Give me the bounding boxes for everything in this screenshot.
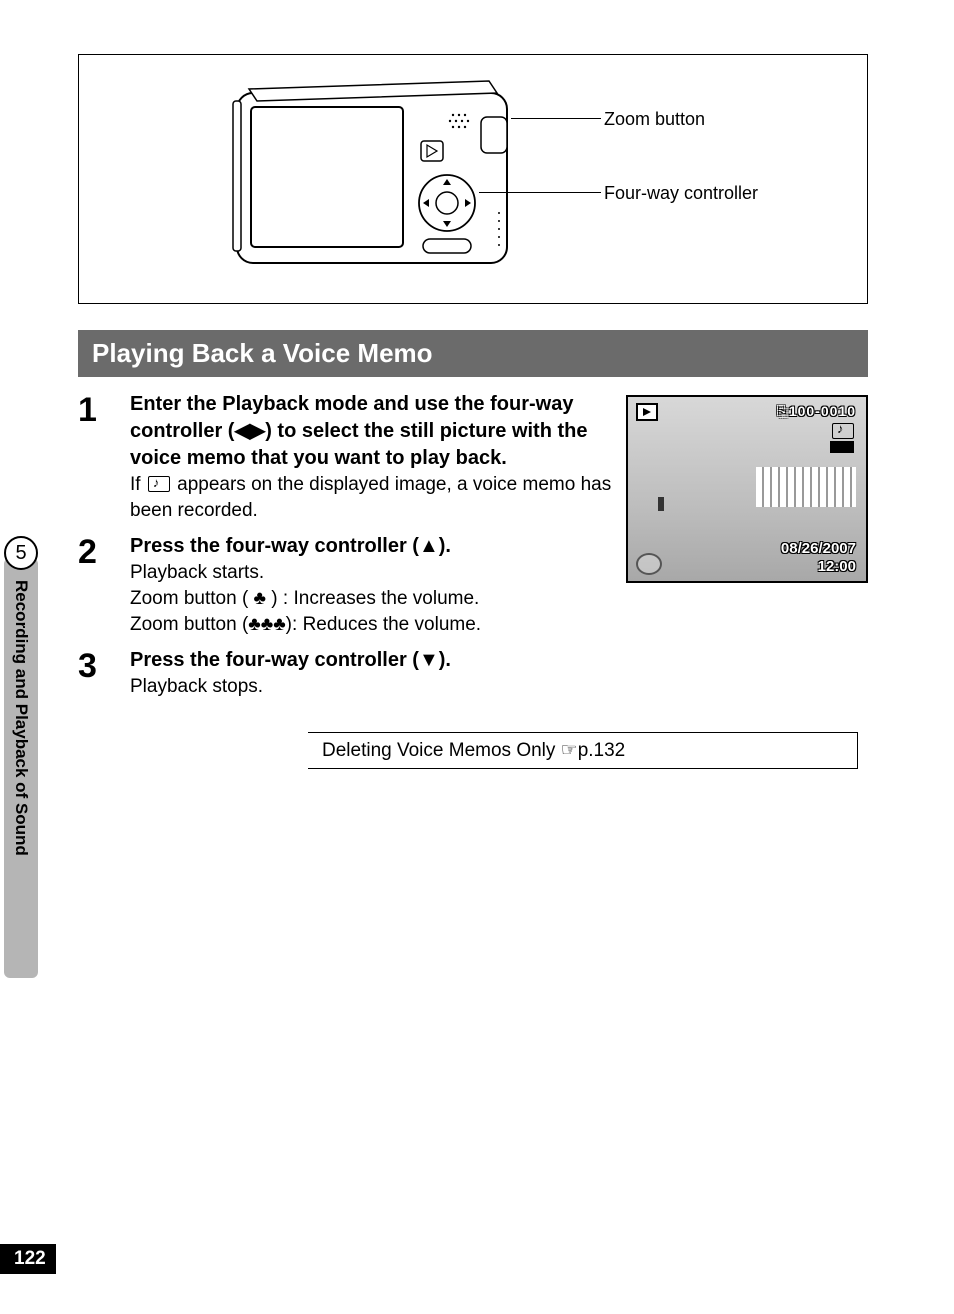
chapter-side-tab: 5 Recording and Playback of Sound (0, 536, 42, 996)
camera-illustration (229, 73, 519, 283)
down-arrow-icon: ▼ (419, 649, 439, 671)
page-number: 122 (0, 1244, 56, 1274)
lcd-photo-content (658, 497, 664, 511)
lcd-voice-memo-icon (830, 423, 856, 440)
step-2: 2 Press the four-way controller (▲). Pla… (78, 533, 616, 637)
voice-memo-icon (148, 476, 170, 492)
step-number: 2 (78, 533, 130, 637)
lcd-time: 12:00 (818, 558, 856, 575)
camera-diagram-box: Zoom button Four-way controller (78, 54, 868, 304)
lcd-screenshot: ⎘100-0010 08/26/2007 12:00 (626, 395, 868, 583)
step-number: 3 (78, 647, 130, 700)
chapter-number-circle: 5 (4, 536, 38, 570)
up-arrow-icon: ▲ (419, 535, 439, 557)
shake-reduction-icon (636, 553, 662, 575)
step3-title-pre: Press the four-way controller ( (130, 649, 419, 671)
step-1: 1 Enter the Playback mode and use the fo… (78, 391, 616, 523)
playback-mode-icon (636, 403, 658, 421)
step2-sub-1: Playback starts. (130, 560, 616, 586)
chapter-title-vertical: Recording and Playback of Sound (11, 580, 31, 856)
cross-reference-box: Deleting Voice Memos Only ☞p.132 (308, 732, 858, 769)
step2-title-post: ). (439, 535, 451, 557)
step1-sub-pre: If (130, 474, 146, 495)
step-3: 3 Press the four-way controller (▼). Pla… (78, 647, 616, 700)
lcd-date: 08/26/2007 (781, 540, 856, 557)
lcd-photo-content (756, 467, 856, 507)
step2-sub-3: Zoom button (♣♣♣): Reduces the volume. (130, 612, 616, 638)
step2-title-pre: Press the four-way controller ( (130, 535, 419, 557)
step3-sub-1: Playback stops. (130, 674, 616, 700)
left-right-arrow-icon: ◀▶ (234, 420, 265, 442)
step3-title-post: ). (439, 649, 451, 671)
section-heading: Playing Back a Voice Memo (78, 330, 868, 377)
diagram-label-fourway: Four-way controller (604, 183, 758, 204)
lcd-folder-number: ⎘100-0010 (777, 403, 856, 420)
chapter-tab-bar: Recording and Playback of Sound (4, 558, 38, 978)
step-number: 1 (78, 391, 130, 523)
step1-sub-post: appears on the displayed image, a voice … (130, 474, 611, 521)
step2-sub-2: Zoom button ( ♣ ) : Increases the volume… (130, 586, 616, 612)
battery-icon (830, 441, 854, 453)
diagram-label-zoom: Zoom button (604, 109, 705, 130)
